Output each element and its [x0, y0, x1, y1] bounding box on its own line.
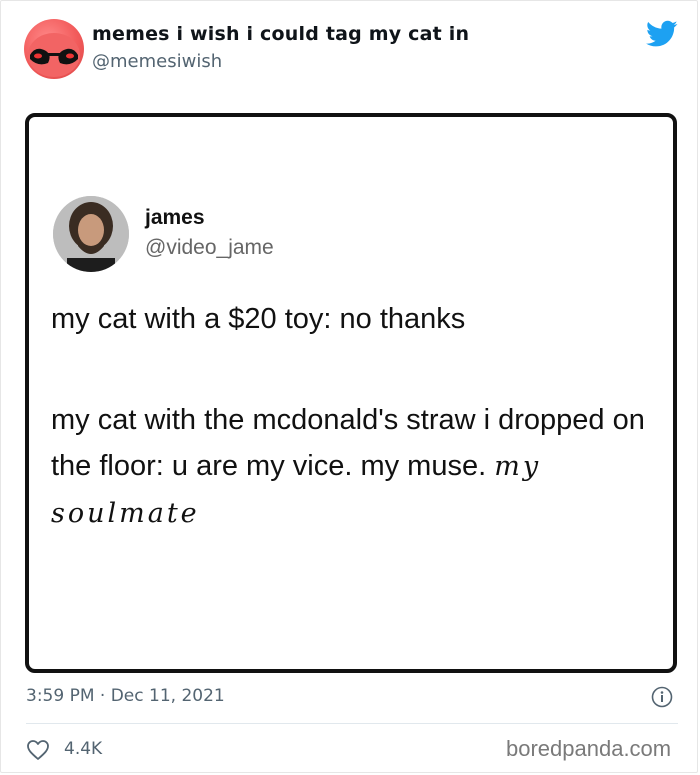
twitter-bird-icon[interactable]: [646, 20, 678, 48]
author-handle[interactable]: @memesiwish: [92, 51, 222, 72]
embedded-handle: @video_jame: [145, 236, 274, 259]
heart-icon[interactable]: [26, 739, 50, 761]
tweet-card: memes i wish i could tag my cat in @meme…: [0, 0, 698, 773]
author-name[interactable]: memes i wish i could tag my cat in: [92, 23, 469, 45]
like-count[interactable]: 4.4K: [64, 739, 102, 759]
embedded-name: james: [145, 206, 205, 229]
info-icon[interactable]: [651, 686, 673, 708]
tweet-timestamp[interactable]: 3:59 PM · Dec 11, 2021: [26, 686, 225, 706]
footer-divider: [26, 723, 678, 724]
embedded-text-line-1: my cat with a $20 toy: no thanks: [51, 303, 466, 335]
embedded-text-line-2: my cat with the mcdonald's straw i dropp…: [51, 397, 661, 537]
embedded-text-line-2-main: my cat with the mcdonald's straw i dropp…: [51, 404, 645, 482]
source-watermark: boredpanda.com: [506, 736, 672, 761]
author-avatar[interactable]: [24, 19, 84, 79]
embedded-tweet-screenshot: james @video_jame my cat with a $20 toy:…: [25, 113, 677, 673]
embedded-avatar: [53, 196, 129, 272]
